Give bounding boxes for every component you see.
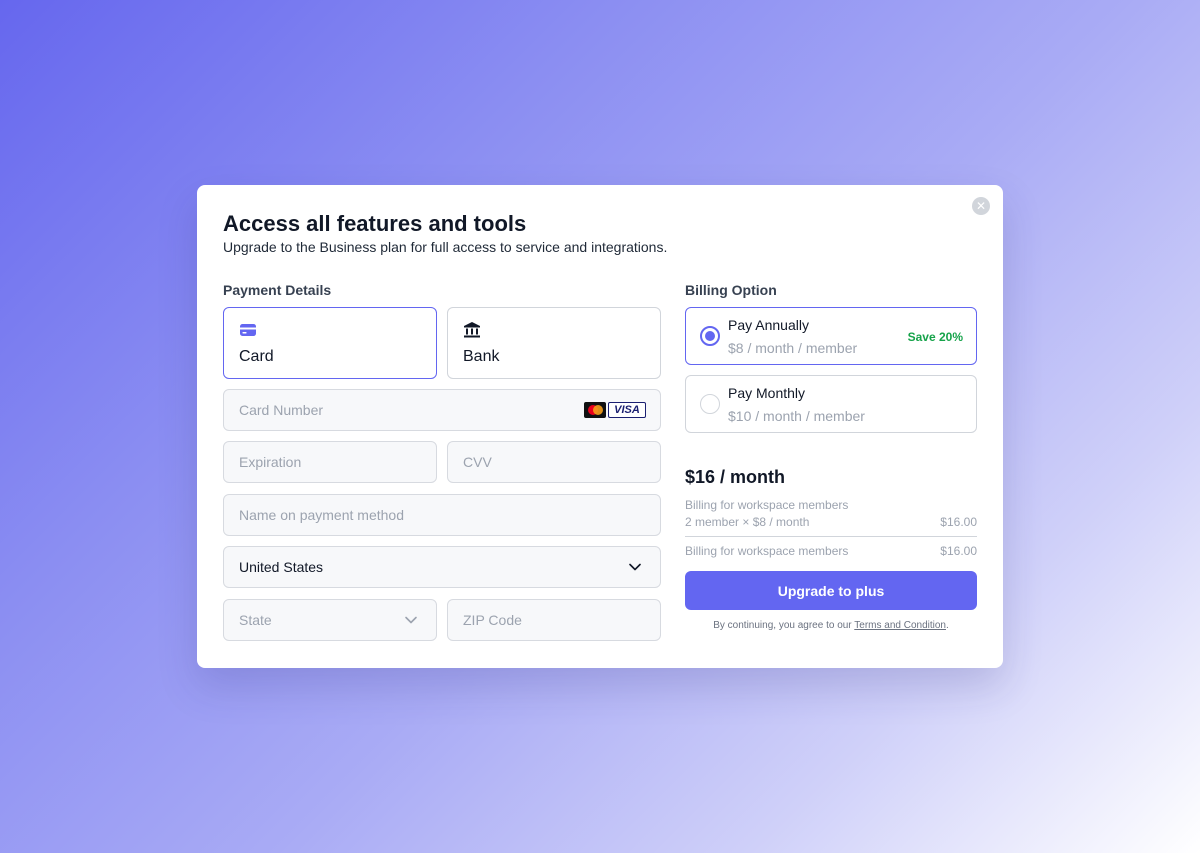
visa-icon: VISA (608, 402, 646, 418)
expiration-input[interactable]: Expiration (223, 441, 437, 483)
modal-subtitle: Upgrade to the Business plan for full ac… (223, 239, 668, 255)
state-select[interactable]: State (223, 599, 437, 641)
mastercard-icon (584, 402, 606, 418)
plan-annually[interactable]: Pay Annually $8 / month / member Save 20… (685, 307, 977, 365)
divider (685, 536, 977, 537)
billing-line1-amount: $16.00 (940, 515, 977, 529)
total-price: $16 / month (685, 467, 786, 487)
plan-annually-radio[interactable] (700, 326, 720, 346)
billing-line1-label: Billing for workspace members (685, 498, 849, 512)
name-placeholder: Name on payment method (239, 507, 404, 523)
zip-code-input[interactable]: ZIP Code (447, 599, 661, 641)
terms-suffix: . (945, 620, 949, 631)
zip-placeholder: ZIP Code (463, 612, 522, 628)
country-select[interactable]: United States (223, 546, 661, 588)
modal-title: Access all features and tools (223, 211, 527, 236)
expiration-placeholder: Expiration (239, 454, 302, 470)
billing-line2-label: Billing for workspace members (685, 544, 849, 558)
save-badge: Save 20% (907, 330, 963, 344)
billing-option-label: Billing Option (685, 282, 777, 298)
bank-icon (464, 322, 480, 338)
upgrade-button[interactable]: Upgrade to plus (685, 571, 977, 610)
terms-link[interactable]: Terms and Condition (854, 620, 946, 631)
plan-monthly[interactable]: Pay Monthly $10 / month / member (685, 375, 977, 433)
payment-method-bank[interactable]: Bank (447, 307, 661, 379)
billing-line2-amount: $16.00 (940, 544, 977, 558)
plan-annually-name: Pay Annually (728, 317, 809, 333)
card-brands: VISA (584, 402, 646, 418)
card-number-placeholder: Card Number (239, 402, 324, 418)
card-number-input[interactable]: Card Number VISA (223, 389, 661, 431)
close-icon[interactable]: ✕ (972, 197, 990, 215)
payment-details-label: Payment Details (223, 282, 332, 298)
state-placeholder: State (239, 612, 272, 628)
chevron-down-icon (629, 563, 641, 571)
payment-method-card-label: Card (239, 348, 274, 365)
upgrade-modal: ✕ Access all features and tools Upgrade … (197, 185, 1003, 668)
payment-method-bank-label: Bank (463, 348, 500, 365)
chevron-down-icon (405, 616, 417, 624)
terms-prefix: By continuing, you agree to our (713, 620, 852, 631)
payment-method-card[interactable]: Card (223, 307, 437, 379)
cvv-placeholder: CVV (463, 454, 492, 470)
terms-text: By continuing, you agree to our Terms an… (685, 620, 977, 631)
country-value: United States (239, 559, 324, 575)
plan-monthly-radio[interactable] (700, 394, 720, 414)
billing-line1-detail: 2 member × $8 / month (685, 515, 810, 529)
name-on-payment-input[interactable]: Name on payment method (223, 494, 661, 536)
plan-monthly-name: Pay Monthly (728, 385, 806, 401)
plan-annually-price: $8 / month / member (728, 340, 858, 356)
credit-card-icon (240, 324, 256, 336)
cvv-input[interactable]: CVV (447, 441, 661, 483)
plan-monthly-price: $10 / month / member (728, 408, 865, 424)
